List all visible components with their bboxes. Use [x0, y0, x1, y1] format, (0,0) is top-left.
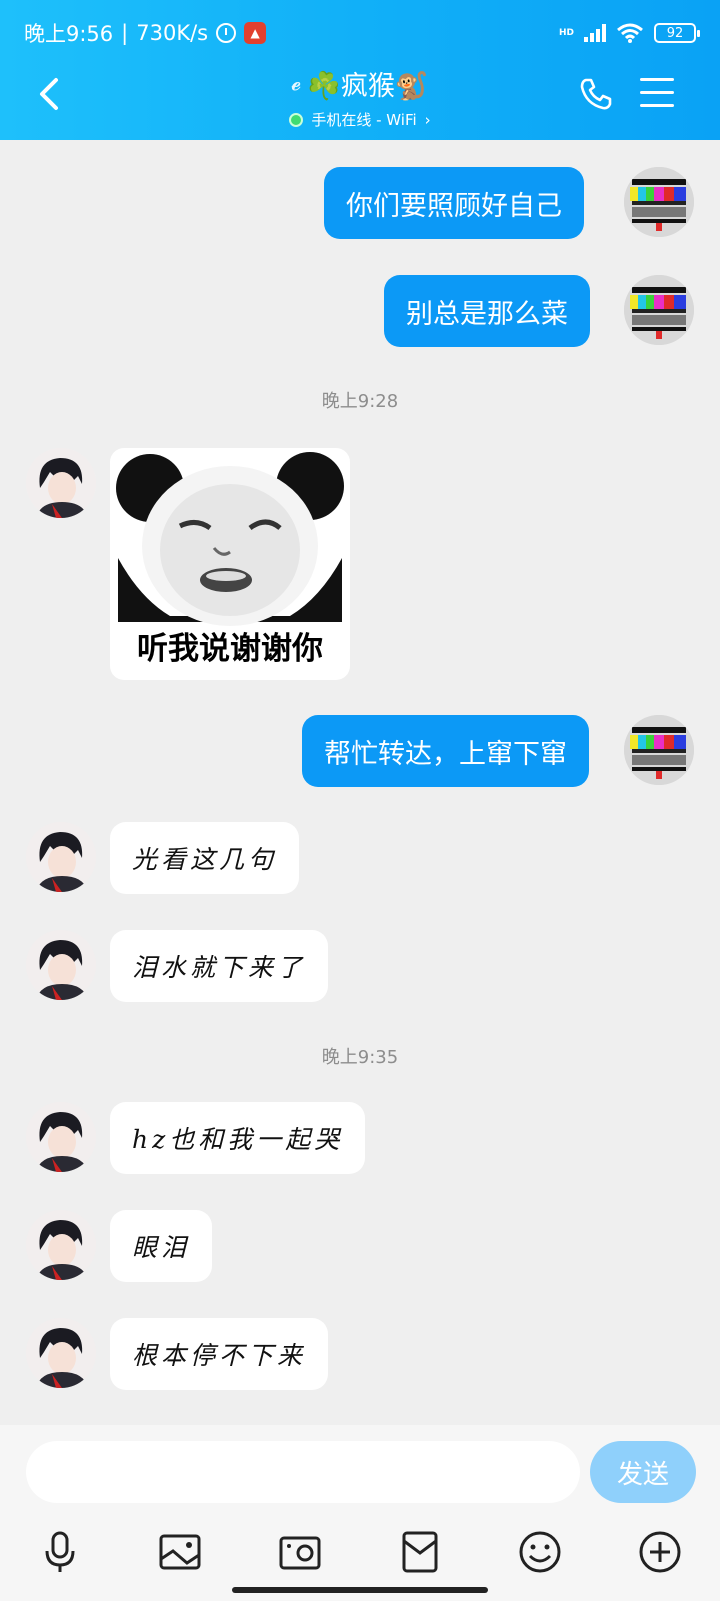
contact-avatar[interactable] — [26, 822, 96, 892]
message-bubble-outgoing[interactable]: 你们要照顾好自己 — [324, 167, 584, 239]
red-packet-icon[interactable] — [397, 1529, 443, 1575]
message-timestamp: 晚上9:35 — [321, 1047, 399, 1068]
message-input[interactable] — [26, 1441, 580, 1503]
input-toolbar — [0, 1529, 720, 1575]
message-bubble-incoming[interactable]: 眼泪 — [110, 1210, 213, 1282]
input-area: 发送 — [0, 1425, 720, 1601]
message-timestamp: 晚上9:28 — [321, 391, 399, 412]
message-bubble-incoming[interactable]: 泪水就下来了 — [110, 930, 329, 1002]
phone-call-button[interactable] — [578, 76, 614, 112]
contact-avatar[interactable] — [26, 930, 96, 1000]
contact-avatar[interactable] — [26, 448, 96, 518]
app-notification-icon: ▲ — [244, 22, 267, 44]
plus-icon[interactable] — [637, 1529, 683, 1575]
chevron-right-icon: › — [424, 110, 431, 129]
chat-header: 晚上9:56 | 730K/s ▲ HD 92 𝓮 ☘️疯猴🐒 手机在线 - W… — [0, 0, 720, 140]
my-avatar[interactable] — [624, 167, 694, 237]
emoji-icon[interactable] — [517, 1529, 563, 1575]
status-time: 晚上9:56 — [24, 22, 114, 46]
my-avatar[interactable] — [624, 715, 694, 785]
contact-avatar[interactable] — [26, 1102, 96, 1172]
contact-avatar[interactable] — [26, 1210, 96, 1280]
online-status-icon — [289, 112, 304, 127]
contact-avatar[interactable] — [26, 1318, 96, 1388]
ear-icon: 𝓮 — [291, 71, 302, 96]
my-avatar[interactable] — [624, 275, 694, 345]
home-indicator[interactable] — [232, 1587, 488, 1593]
sticker-caption: 听我说谢谢你 — [137, 631, 323, 667]
send-button[interactable]: 发送 — [590, 1441, 696, 1503]
image-icon[interactable] — [157, 1529, 203, 1575]
sticker-message[interactable]: 听我说谢谢你 — [110, 448, 350, 680]
online-status: 手机在线 - WiFi — [311, 111, 417, 129]
message-bubble-outgoing[interactable]: 别总是那么菜 — [384, 275, 590, 347]
message-bubble-incoming[interactable]: 光看这几句 — [110, 822, 300, 894]
camera-icon[interactable] — [277, 1529, 323, 1575]
status-bar: 晚上9:56 | 730K/s ▲ HD 92 — [24, 18, 700, 48]
signal-icon — [584, 24, 606, 42]
contact-name: ☘️疯猴🐒 — [307, 71, 429, 102]
hd-indicator: HD — [558, 28, 574, 38]
wifi-icon — [617, 23, 643, 43]
message-bubble-outgoing[interactable]: 帮忙转达，上窜下窜 — [302, 715, 589, 787]
battery-indicator: 92 — [654, 23, 700, 43]
menu-button[interactable] — [640, 78, 674, 108]
alarm-icon — [216, 23, 237, 43]
microphone-icon[interactable] — [37, 1529, 83, 1575]
message-bubble-incoming[interactable]: 根本停不下来 — [110, 1318, 329, 1390]
network-speed: 730K/s — [136, 21, 209, 45]
message-bubble-incoming[interactable]: hz也和我一起哭 — [110, 1102, 366, 1174]
